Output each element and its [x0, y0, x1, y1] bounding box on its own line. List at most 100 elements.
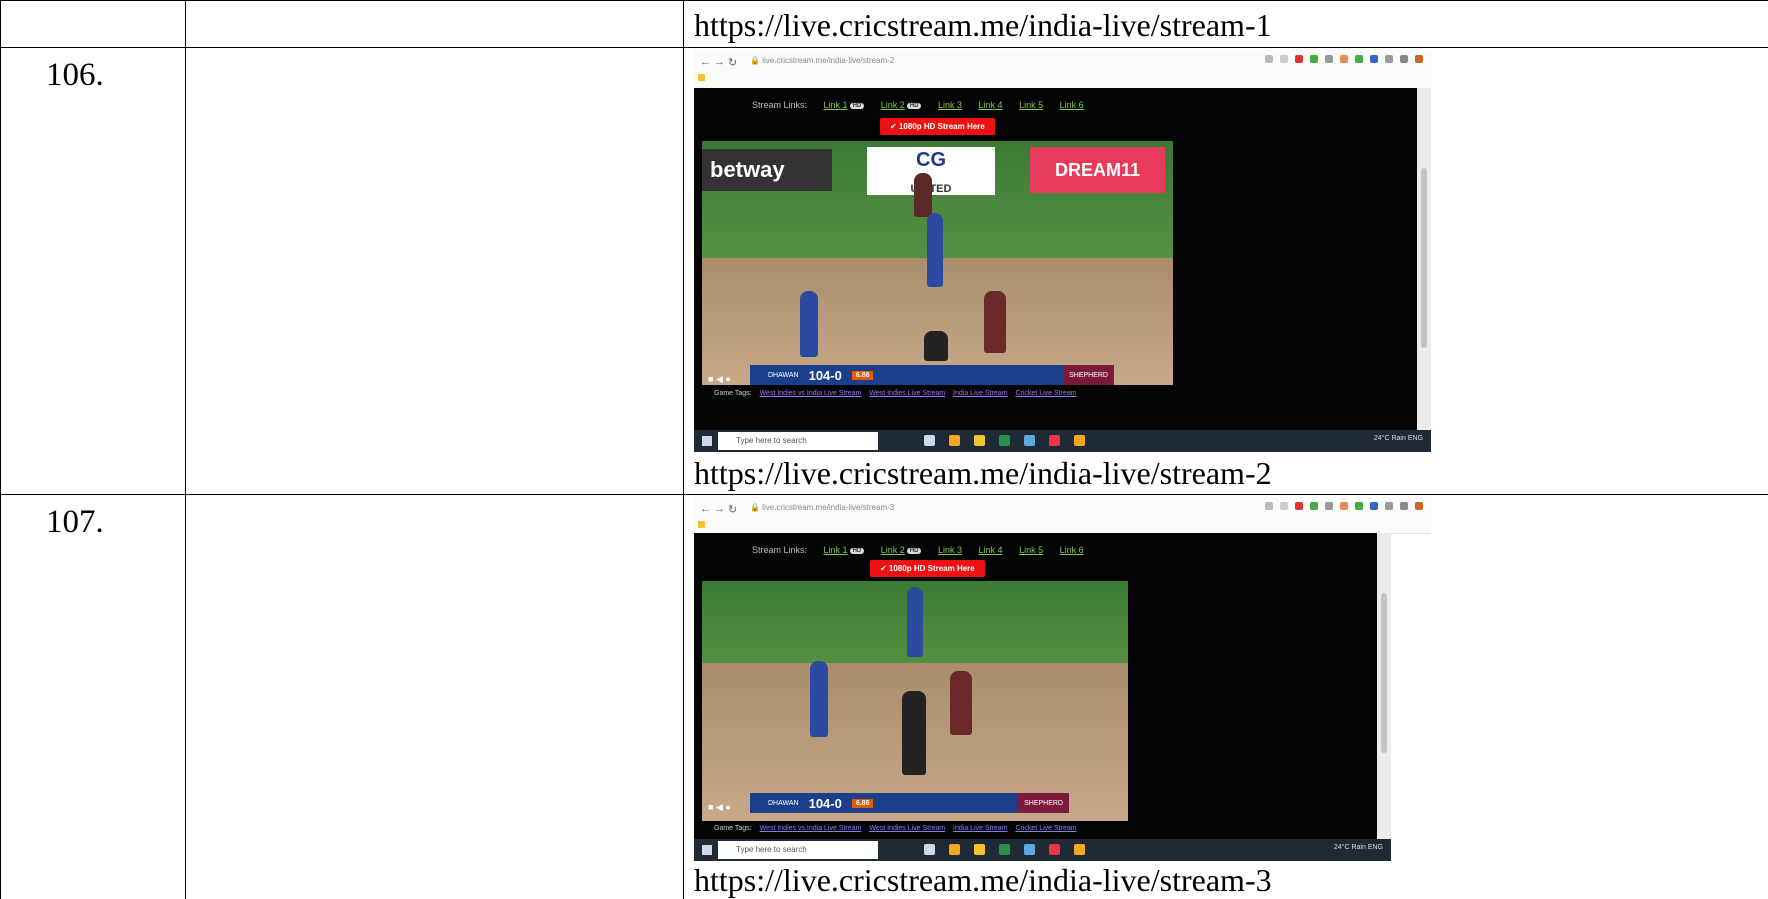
stream-link[interactable]: Link 3 — [938, 100, 962, 110]
windows-taskbar: Type here to search 24°C Rain ENG — [694, 839, 1391, 861]
player-figure — [810, 661, 828, 737]
player-figure — [924, 331, 948, 361]
system-tray: 24°C Rain ENG — [1333, 844, 1383, 851]
ad-cg-logo: CG — [916, 149, 946, 171]
game-tag-link[interactable]: West Indies vs India Live Stream — [760, 825, 862, 832]
stream-link[interactable]: Link 5 — [1019, 545, 1043, 555]
hd-badge: HD — [849, 547, 865, 554]
windows-start-icon[interactable] — [702, 436, 712, 446]
game-tag-link[interactable]: West Indies Live Stream — [869, 390, 945, 397]
stream-link[interactable]: Link 6 — [1060, 100, 1084, 110]
row-number: 107. — [46, 504, 104, 540]
stream-page: Stream Links: Link 1 HD Link 2 HD Link 3 L… — [694, 88, 1417, 430]
stream-links-label: Stream Links: — [752, 545, 808, 555]
document-table: https://live.cricstream.me/india-live/st… — [0, 0, 1768, 899]
stream-link[interactable]: Link 2 — [881, 100, 905, 110]
player-figure — [800, 291, 818, 357]
hd-badge: HD — [906, 547, 922, 554]
video-controls[interactable]: ■ ◀ ● — [708, 374, 731, 385]
score-batter: DHAWAN — [768, 799, 799, 807]
game-tag-link[interactable]: Cricket Live Stream — [1015, 825, 1076, 832]
score-total: 104-0 — [808, 367, 842, 383]
taskbar-app-icons — [924, 844, 1085, 855]
stream-link[interactable]: Link 5 — [1019, 100, 1043, 110]
row-number: 106. — [46, 57, 104, 93]
player-figure — [902, 691, 926, 775]
game-tags: Game Tags: West Indies vs India Live Str… — [714, 825, 1077, 832]
reload-icon: ↻ — [728, 57, 738, 69]
score-rate: 6.86 — [851, 370, 874, 380]
game-tag-link[interactable]: India Live Stream — [953, 825, 1007, 832]
score-total: 104-0 — [808, 795, 842, 811]
address-bar: 🔒 live.cricstream.me/india-live/stream-2 — [750, 56, 895, 65]
table-border-top — [0, 0, 1768, 1]
player-figure — [927, 213, 943, 287]
hd-stream-button[interactable]: ✔ 1080p HD Stream Here — [870, 560, 985, 577]
table-divider-1 — [185, 0, 186, 899]
score-bowler: SHEPHERD — [1018, 793, 1069, 813]
url-caption: https://live.cricstream.me/india-live/st… — [694, 455, 1272, 491]
forward-icon: → — [714, 56, 725, 68]
taskbar-search[interactable]: Type here to search — [718, 841, 878, 859]
game-tags: Game Tags: West Indies vs India Live Str… — [714, 390, 1077, 397]
stream-page: Stream Links: Link 1 HD Link 2 HD Link 3 L… — [694, 533, 1391, 839]
ad-betway: betway — [702, 149, 832, 191]
game-tag-link[interactable]: Cricket Live Stream — [1015, 390, 1076, 397]
game-tag-link[interactable]: West Indies vs India Live Stream — [760, 390, 862, 397]
extension-icons — [1265, 502, 1423, 510]
windows-start-icon[interactable] — [702, 845, 712, 855]
table-border-left — [0, 0, 1, 899]
stream-screenshot: ← → ↻ 🔒 live.cricstream.me/india-live/st… — [694, 50, 1431, 452]
ad-dream11: DREAM11 — [1030, 147, 1165, 193]
scoreboard: DHAWAN 104-0 6.86 SHEPHERD — [750, 793, 1069, 813]
browser-chrome: ← → ↻ 🔒 live.cricstream.me/india-live/st… — [694, 497, 1431, 534]
stream-link[interactable]: Link 3 — [938, 545, 962, 555]
score-bowler: SHEPHERD — [1063, 365, 1114, 385]
row-divider-1 — [0, 47, 1768, 48]
stream-links: Stream Links: Link 1 HD Link 2 HD Link 3 L… — [752, 100, 1084, 110]
url-caption: https://live.cricstream.me/india-live/st… — [694, 862, 1272, 898]
taskbar-search[interactable]: Type here to search — [718, 432, 878, 450]
hd-badge: HD — [849, 102, 865, 109]
url-caption-top: https://live.cricstream.me/india-live/st… — [694, 7, 1272, 43]
stream-screenshot: ← → ↻ 🔒 live.cricstream.me/india-live/st… — [694, 497, 1431, 861]
game-tag-link[interactable]: India Live Stream — [953, 390, 1007, 397]
table-divider-2 — [683, 0, 684, 899]
score-batter: DHAWAN — [768, 371, 799, 379]
scrollbar[interactable] — [1377, 533, 1391, 839]
extension-icons — [1265, 55, 1423, 63]
scrollbar[interactable] — [1417, 88, 1431, 430]
scoreboard: DHAWAN 104-0 6.86 SHEPHERD — [750, 365, 1114, 385]
stream-link[interactable]: Link 4 — [979, 100, 1003, 110]
player-figure — [914, 173, 932, 217]
stream-link[interactable]: Link 2 — [881, 545, 905, 555]
score-rate: 6.86 — [851, 798, 874, 808]
taskbar-app-icons — [924, 435, 1085, 446]
windows-taskbar: Type here to search 24°C Rain ENG — [694, 430, 1431, 452]
stream-links-label: Stream Links: — [752, 100, 808, 110]
stream-links: Stream Links: Link 1 HD Link 2 HD Link 3 L… — [752, 545, 1084, 555]
hd-badge: HD — [906, 102, 922, 109]
stream-link[interactable]: Link 6 — [1060, 545, 1084, 555]
video-player[interactable]: betway CG UNITED DREAM11 DHAWAN 104-0 6.… — [702, 141, 1173, 385]
hd-stream-button[interactable]: ✔ 1080p HD Stream Here — [880, 118, 995, 135]
video-controls[interactable]: ■ ◀ ● — [708, 802, 731, 813]
stream-link[interactable]: Link 1 — [824, 100, 848, 110]
game-tag-link[interactable]: West Indies Live Stream — [869, 825, 945, 832]
forward-icon: → — [714, 503, 725, 515]
reload-icon: ↻ — [728, 504, 738, 516]
game-tags-label: Game Tags: — [714, 825, 752, 832]
stream-link[interactable]: Link 1 — [824, 545, 848, 555]
system-tray: 24°C Rain ENG — [1373, 435, 1423, 442]
bookmark-icon — [698, 74, 708, 81]
player-figure — [907, 587, 923, 657]
stream-link[interactable]: Link 4 — [979, 545, 1003, 555]
back-icon: ← — [700, 503, 711, 515]
player-figure — [984, 291, 1006, 353]
browser-chrome: ← → ↻ 🔒 live.cricstream.me/india-live/st… — [694, 50, 1431, 89]
back-icon: ← — [700, 56, 711, 68]
video-player[interactable]: DHAWAN 104-0 6.86 SHEPHERD ■ ◀ ● — [702, 581, 1128, 821]
game-tags-label: Game Tags: — [714, 390, 752, 397]
address-bar: 🔒 live.cricstream.me/india-live/stream-3 — [750, 503, 895, 512]
player-figure — [950, 671, 972, 735]
